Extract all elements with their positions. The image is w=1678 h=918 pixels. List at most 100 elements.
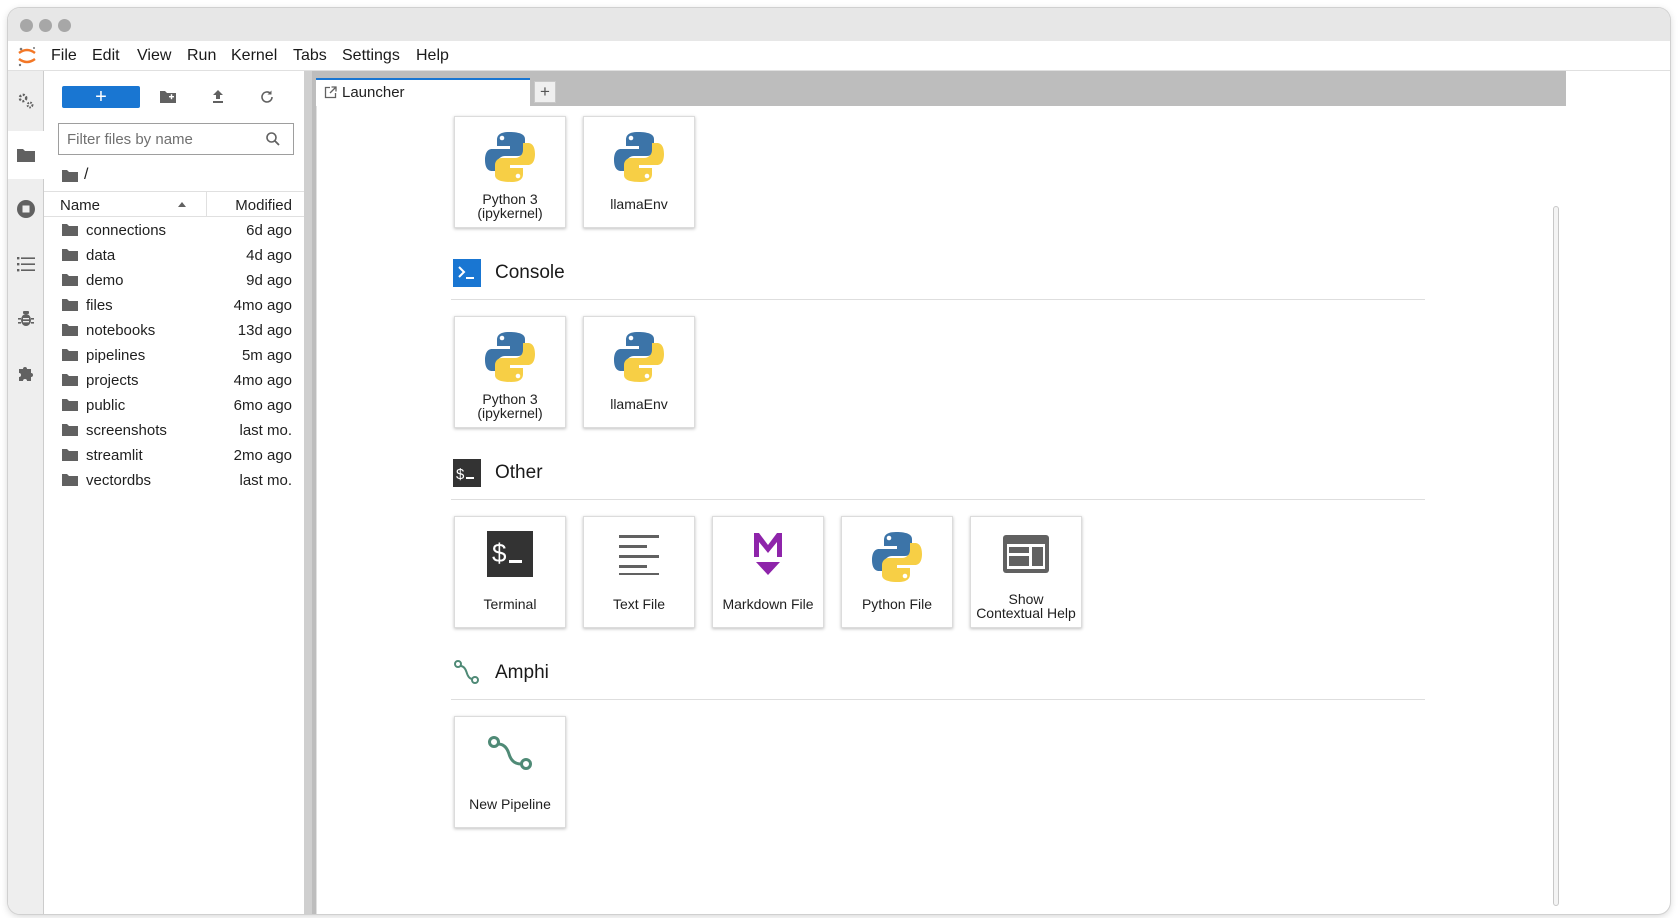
folder-icon [62, 324, 78, 336]
terminal-icon: $ [487, 531, 533, 577]
file-name: projects [86, 372, 139, 389]
file-list-header: Name Modified [44, 191, 304, 217]
file-name: files [86, 297, 113, 314]
file-modified: 13d ago [237, 322, 292, 339]
file-name: streamlit [86, 447, 143, 464]
breadcrumb-root[interactable]: / [84, 166, 88, 184]
property-inspector-icon[interactable] [14, 89, 38, 113]
contextual-help-icon [1003, 535, 1049, 573]
card-label: Terminal [483, 596, 537, 612]
menu-tabs[interactable]: Tabs [293, 47, 327, 65]
file-row[interactable]: projects 4mo ago [44, 368, 304, 393]
console-python3-card[interactable]: Python 3 (ipykernel) [454, 316, 566, 428]
notebook-llamaenv-card[interactable]: llamaEnv [583, 116, 695, 228]
file-row[interactable]: pipelines 5m ago [44, 343, 304, 368]
file-modified: 6mo ago [233, 397, 292, 414]
card-label: llamaEnv [610, 196, 668, 212]
new-launcher-button[interactable]: + [62, 86, 140, 108]
file-modified: 4mo ago [233, 372, 292, 389]
file-row[interactable]: notebooks 13d ago [44, 318, 304, 343]
filter-files-field[interactable] [58, 123, 294, 155]
file-name: demo [86, 272, 124, 289]
file-row[interactable]: files 4mo ago [44, 293, 304, 318]
launch-icon [324, 86, 337, 99]
home-folder-icon[interactable] [62, 169, 78, 182]
text-file-icon [619, 535, 659, 575]
file-row[interactable]: vectordbs last mo. [44, 468, 304, 493]
menu-settings[interactable]: Settings [342, 47, 400, 65]
section-divider [451, 299, 1425, 300]
other-section-header: $ Other [451, 459, 1425, 489]
extension-icon[interactable] [14, 361, 38, 385]
modified-column-header[interactable]: Modified [235, 197, 292, 214]
refresh-icon[interactable] [255, 85, 279, 109]
toc-icon[interactable] [14, 252, 38, 276]
activity-bar [8, 71, 44, 914]
terminal-card[interactable]: $ Terminal [454, 516, 566, 628]
sidebar-splitter[interactable] [304, 71, 312, 914]
menu-file[interactable]: File [51, 47, 77, 65]
contextual-help-card[interactable]: Show Contextual Help [970, 516, 1082, 628]
menu-run[interactable]: Run [187, 47, 216, 65]
section-title: Other [495, 462, 543, 483]
python-logo-icon [614, 332, 664, 382]
tab-launcher[interactable]: Launcher [316, 78, 530, 106]
card-label: Show Contextual Help [976, 591, 1076, 621]
console-llamaenv-card[interactable]: llamaEnv [583, 316, 695, 428]
amphi-pipeline-icon [488, 736, 532, 770]
notebook-python3-card[interactable]: Python 3 (ipykernel) [454, 116, 566, 228]
console-icon [453, 259, 481, 287]
file-row[interactable]: demo 9d ago [44, 268, 304, 293]
menu-edit[interactable]: Edit [92, 47, 120, 65]
sort-ascending-icon [178, 202, 186, 207]
file-modified: last mo. [239, 472, 292, 489]
python-file-card[interactable]: Python File [841, 516, 953, 628]
filter-files-input[interactable] [59, 124, 259, 154]
file-row[interactable]: streamlit 2mo ago [44, 443, 304, 468]
new-folder-icon[interactable] [156, 85, 180, 109]
close-window-button[interactable] [20, 19, 33, 32]
launcher-panel: Python 3 (ipykernel) llamaEnv Console Pyt… [316, 106, 1566, 914]
folder-icon[interactable] [14, 143, 38, 167]
python-logo-icon [485, 132, 535, 182]
minimize-window-button[interactable] [39, 19, 52, 32]
python-logo-icon [872, 532, 922, 582]
menu-bar: File Edit View Run Kernel Tabs Settings … [8, 41, 1670, 71]
file-row[interactable]: data 4d ago [44, 243, 304, 268]
menu-view[interactable]: View [137, 47, 171, 65]
file-row[interactable]: connections 6d ago [44, 218, 304, 243]
column-divider[interactable] [206, 192, 207, 217]
amphi-pipeline-icon [454, 660, 479, 684]
menu-help[interactable]: Help [416, 47, 449, 65]
file-row[interactable]: screenshots last mo. [44, 418, 304, 443]
folder-icon [62, 399, 78, 411]
folder-icon [62, 474, 78, 486]
python-logo-icon [614, 132, 664, 182]
new-pipeline-card[interactable]: New Pipeline [454, 716, 566, 828]
file-browser: + / Name Modified connections [44, 71, 304, 914]
name-column-header[interactable]: Name [60, 197, 100, 214]
running-icon[interactable] [14, 197, 38, 221]
zoom-window-button[interactable] [58, 19, 71, 32]
file-modified: last mo. [239, 422, 292, 439]
menu-kernel[interactable]: Kernel [231, 47, 277, 65]
app-window: File Edit View Run Kernel Tabs Settings … [8, 8, 1670, 914]
title-bar [8, 8, 1670, 41]
debugger-icon[interactable] [14, 307, 38, 331]
markdown-file-card[interactable]: Markdown File [712, 516, 824, 628]
card-label: Python File [861, 596, 933, 612]
file-row[interactable]: public 6mo ago [44, 393, 304, 418]
folder-icon [62, 424, 78, 436]
add-tab-button[interactable]: + [534, 81, 556, 103]
folder-icon [62, 299, 78, 311]
file-name: pipelines [86, 347, 146, 364]
text-file-card[interactable]: Text File [583, 516, 695, 628]
svg-text:$: $ [456, 466, 465, 483]
search-icon [266, 132, 280, 146]
folder-icon [62, 224, 78, 236]
folder-icon [62, 249, 78, 261]
breadcrumb: / [62, 165, 88, 185]
section-divider [451, 499, 1425, 500]
launcher-scrollbar[interactable] [1553, 206, 1559, 906]
upload-icon[interactable] [206, 85, 230, 109]
